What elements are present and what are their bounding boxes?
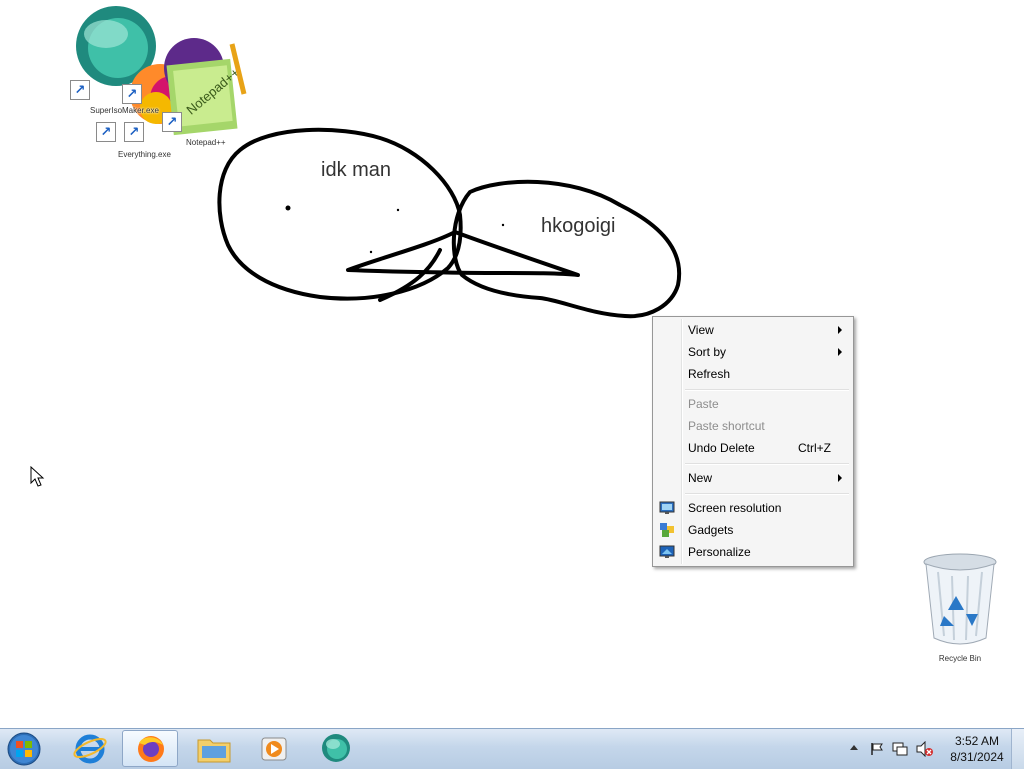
folder-icon — [197, 739, 231, 763]
menu-item-personalize[interactable]: Personalize — [655, 541, 851, 563]
taskbar: 3:52 AM 8/31/2024 — [0, 728, 1024, 769]
menu-item-gadgets[interactable]: Gadgets — [655, 519, 851, 541]
teal-app-icon — [322, 734, 350, 762]
personalize-icon — [659, 545, 675, 558]
submenu-arrow-icon — [838, 326, 842, 334]
menu-item-label: Gadgets — [688, 523, 734, 537]
clock-date: 8/31/2024 — [950, 750, 1004, 764]
monitor-icon — [659, 501, 675, 514]
menu-item-sort-by[interactable]: Sort by — [655, 341, 851, 363]
menu-item-label: New — [688, 471, 713, 485]
menu-item-label: Paste — [688, 397, 719, 411]
shortcut-arrow-icon: ↗ — [162, 112, 182, 132]
taskbar-file-explorer[interactable] — [186, 730, 242, 767]
scribble-triangle — [346, 230, 580, 277]
icon-label: SuperIsoMaker.exe — [90, 106, 159, 115]
submenu-arrow-icon — [838, 348, 842, 356]
firefox-icon — [138, 736, 164, 762]
menu-item-paste: Paste — [655, 393, 851, 415]
menu-item-label: Refresh — [688, 367, 731, 381]
menu-item-refresh[interactable]: Refresh — [655, 363, 851, 385]
menu-item-label: Screen resolution — [688, 501, 782, 515]
menu-item-new[interactable]: New — [655, 467, 851, 489]
scribble-text-2: hkogoigi — [541, 215, 616, 237]
mouse-cursor-icon — [30, 466, 45, 487]
menu-item-label: Paste shortcut — [688, 419, 765, 433]
menu-item-label: Undo Delete — [688, 441, 755, 455]
gadgets-icon — [660, 523, 674, 537]
clock[interactable]: 3:52 AM 8/31/2024 — [942, 733, 1012, 765]
shortcut-arrow-icon: ↗ — [70, 80, 90, 100]
scribble-text-1: idk man — [321, 159, 391, 181]
system-tray: 3:52 AM 8/31/2024 — [834, 729, 1024, 769]
menu-item-screen-resolution[interactable]: Screen resolution — [655, 497, 851, 519]
submenu-arrow-icon — [838, 474, 842, 482]
shortcut-arrow-icon: ↗ — [122, 84, 142, 104]
scribble-right-loop — [451, 179, 682, 319]
icon-label: Everything.exe — [118, 150, 171, 159]
menu-separator — [685, 463, 849, 465]
shortcut-arrow-icon: ↗ — [124, 122, 144, 142]
media-player-icon — [261, 737, 287, 761]
recycle-bin-icon — [923, 553, 997, 645]
menu-item-undo-delete[interactable]: Undo Delete Ctrl+Z — [655, 437, 851, 459]
network-icon[interactable] — [892, 742, 908, 756]
taskbar-firefox[interactable] — [122, 730, 178, 767]
desktop-context-menu: View Sort by Refresh Paste Paste shortcu… — [652, 316, 854, 567]
menu-separator — [685, 389, 849, 391]
menu-item-shortcut: Ctrl+Z — [798, 441, 831, 455]
show-hidden-icons-icon[interactable] — [850, 745, 858, 750]
menu-item-label: View — [688, 323, 714, 337]
menu-item-label: Sort by — [688, 345, 727, 359]
internet-explorer-icon — [73, 734, 107, 764]
shortcut-arrow-icon: ↗ — [96, 122, 116, 142]
clock-time: 3:52 AM — [954, 734, 1000, 748]
menu-item-label: Personalize — [688, 545, 751, 559]
menu-separator — [685, 493, 849, 495]
start-button[interactable] — [4, 731, 44, 767]
show-desktop-button[interactable] — [1011, 729, 1024, 769]
desktop-icon-cluster[interactable]: Notepad++ ↗ ↗ ↗ ↗ ↗ SuperIsoMaker.exe Ev… — [66, 4, 256, 164]
taskbar-internet-explorer[interactable] — [62, 730, 118, 767]
menu-item-view[interactable]: View — [655, 319, 851, 341]
recycle-bin[interactable]: Recycle Bin — [918, 552, 1002, 672]
volume-muted-icon[interactable] — [916, 741, 934, 757]
desktop[interactable]: idk man hkogoigi Notepad++ ↗ ↗ ↗ ↗ ↗ Sup… — [0, 0, 1024, 728]
menu-item-paste-shortcut: Paste shortcut — [655, 415, 851, 437]
recycle-bin-label: Recycle Bin — [938, 654, 982, 663]
action-center-flag-icon[interactable] — [870, 742, 884, 756]
icon-label: Notepad++ — [186, 138, 226, 147]
taskbar-media-player[interactable] — [246, 730, 302, 767]
taskbar-app[interactable] — [308, 730, 364, 767]
windows-start-orb-icon — [7, 732, 41, 766]
